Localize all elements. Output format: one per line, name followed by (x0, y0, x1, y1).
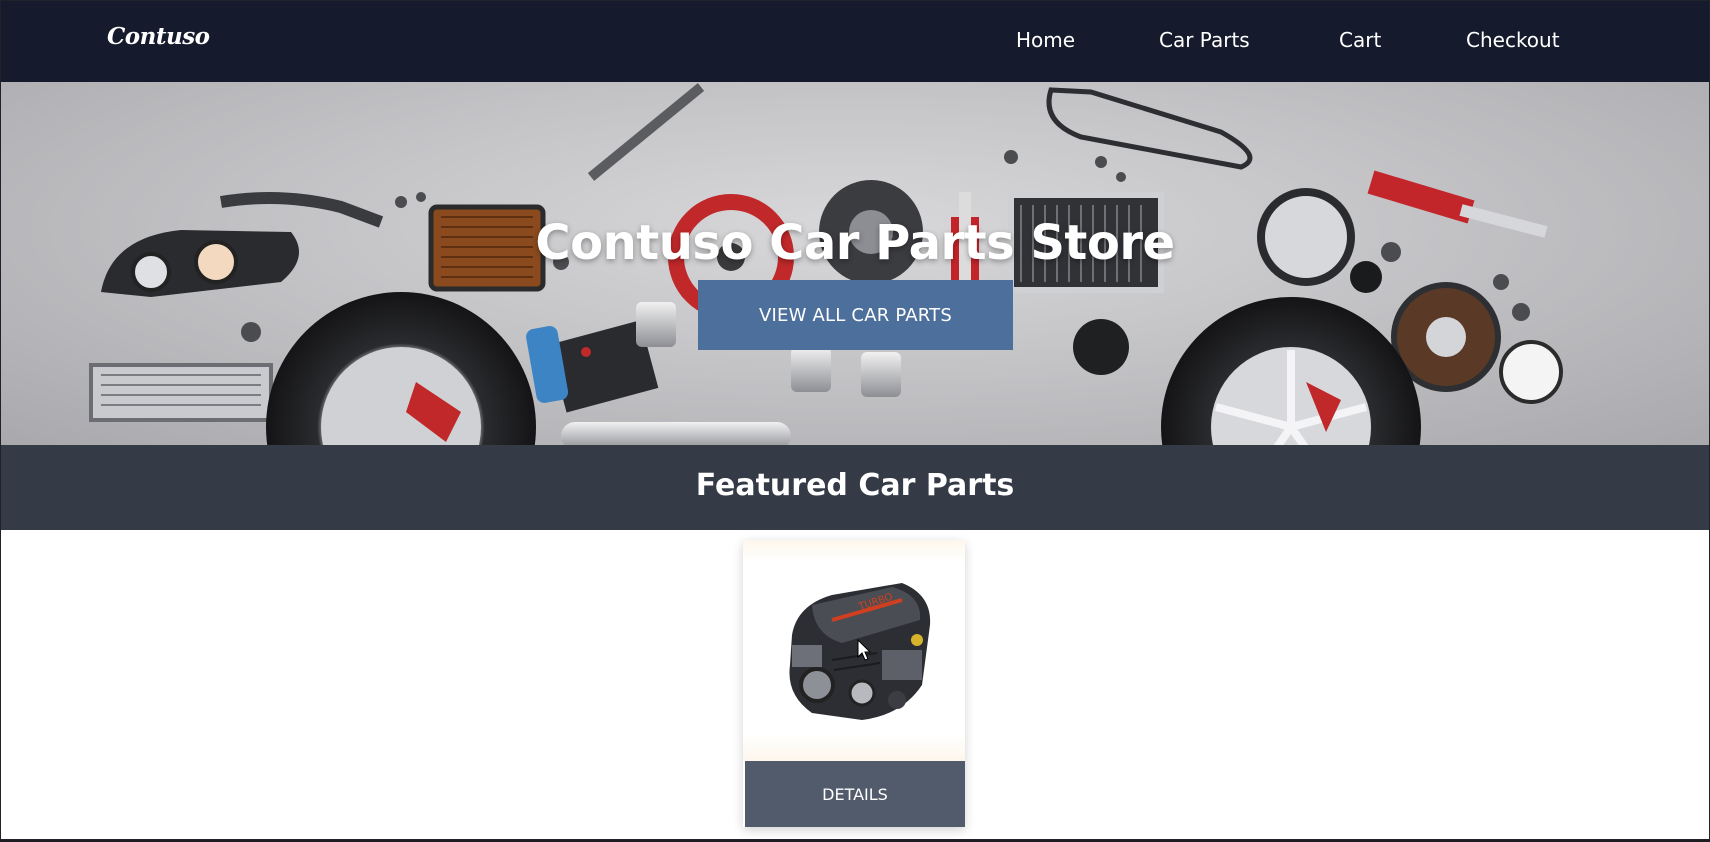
engine-image[interactable]: TURBO (772, 565, 938, 731)
nav-car-parts-link[interactable]: Car Parts (1159, 28, 1250, 52)
nav-cart-link[interactable]: Cart (1339, 28, 1381, 52)
top-navbar: Contuso Home Car Parts Cart Checkout (1, 1, 1709, 82)
product-card: TURBO DETAILS (743, 540, 965, 827)
browser-viewport: Contuso Home Car Parts Cart Checkout Con… (0, 0, 1710, 840)
nav-checkout-link[interactable]: Checkout (1466, 28, 1560, 52)
hero-title: Contuso Car Parts Store (535, 215, 1175, 272)
hero-banner: Contuso Car Parts Store VIEW ALL CAR PAR… (1, 82, 1709, 445)
featured-title: Featured Car Parts (695, 468, 1015, 503)
view-all-car-parts-button[interactable]: VIEW ALL CAR PARTS (698, 280, 1013, 350)
nav-home-link[interactable]: Home (1016, 28, 1075, 52)
details-button[interactable]: DETAILS (745, 761, 965, 827)
featured-section-header: Featured Car Parts (1, 445, 1709, 530)
product-image-frame: TURBO (743, 540, 965, 761)
brand-logo[interactable]: Contuso (107, 23, 210, 50)
